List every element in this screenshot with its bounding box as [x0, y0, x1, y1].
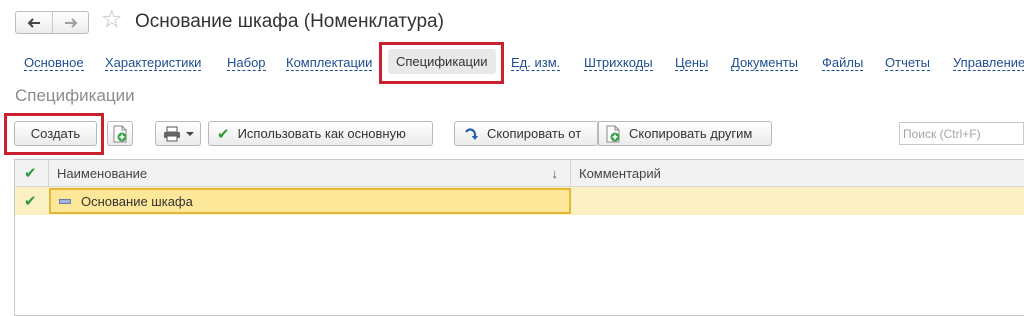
item-icon	[59, 198, 71, 204]
tab-units[interactable]: Ед. изм.	[511, 55, 561, 71]
tab-reports[interactable]: Отчеты	[885, 55, 930, 71]
checkmark-icon: ✔	[24, 165, 37, 182]
chevron-down-icon	[185, 131, 194, 136]
checkmark-icon: ✔	[217, 125, 230, 143]
document-add-icon	[113, 125, 127, 142]
add-from-copy-button[interactable]	[107, 121, 133, 146]
tab-management[interactable]: Управление	[953, 55, 1024, 71]
section-title: Спецификации	[15, 86, 135, 105]
tab-bar: Основное Характеристики Набор Комплектац…	[0, 49, 1024, 76]
tab-set[interactable]: Набор	[227, 55, 266, 71]
document-copy-icon	[606, 125, 620, 142]
copy-from-label: Скопировать от	[487, 126, 582, 141]
navigation-buttons	[15, 11, 89, 34]
specifications-table: ✔ Наименование ↓ Комментарий ✔ Основание…	[14, 159, 1024, 316]
forward-button[interactable]	[52, 12, 88, 33]
tab-documents[interactable]: Документы	[731, 55, 799, 71]
highlight-frame-specifications	[379, 42, 504, 84]
table-row[interactable]: ✔ Основание шкафа	[15, 187, 1024, 215]
use-as-main-button[interactable]: ✔ Использовать как основную	[208, 121, 433, 146]
header-comment[interactable]: Комментарий	[571, 160, 1024, 186]
header-name-label: Наименование	[57, 165, 148, 181]
copy-from-button[interactable]: Скопировать от	[454, 121, 598, 146]
tab-basic[interactable]: Основное	[24, 55, 84, 71]
header-name[interactable]: Наименование ↓	[49, 160, 571, 186]
tab-barcodes[interactable]: Штрихкоды	[584, 55, 653, 71]
back-button[interactable]	[16, 12, 52, 33]
star-icon[interactable]: ☆	[101, 6, 123, 34]
tab-characteristics[interactable]: Характеристики	[105, 55, 202, 71]
sort-arrow-icon: ↓	[551, 165, 559, 181]
search-input[interactable]: Поиск (Ctrl+F)	[899, 122, 1024, 145]
arrow-left-icon	[27, 17, 40, 28]
table-header: ✔ Наименование ↓ Комментарий	[15, 160, 1024, 187]
tab-configurations[interactable]: Комплектации	[286, 55, 373, 71]
curved-arrow-icon	[465, 127, 478, 140]
print-button[interactable]	[155, 121, 201, 146]
copy-to-others-button[interactable]: Скопировать другим	[598, 121, 772, 146]
use-as-main-label: Использовать как основную	[237, 126, 406, 141]
page-title: Основание шкафа (Номенклатура)	[135, 11, 444, 32]
copy-to-others-label: Скопировать другим	[629, 126, 753, 141]
window-header: ☆ Основание шкафа (Номенклатура)	[0, 0, 1024, 44]
header-main-flag[interactable]: ✔	[15, 160, 49, 186]
tab-files[interactable]: Файлы	[822, 55, 864, 71]
highlight-frame-create	[4, 113, 104, 155]
arrow-right-icon	[64, 17, 77, 28]
checkmark-icon: ✔	[24, 193, 37, 210]
cell-comment[interactable]	[571, 187, 1024, 215]
cell-name-text: Основание шкафа	[81, 193, 193, 209]
printer-icon	[163, 126, 180, 141]
tab-prices[interactable]: Цены	[675, 55, 709, 71]
header-comment-label: Комментарий	[579, 165, 661, 181]
cell-name[interactable]: Основание шкафа	[49, 188, 571, 214]
